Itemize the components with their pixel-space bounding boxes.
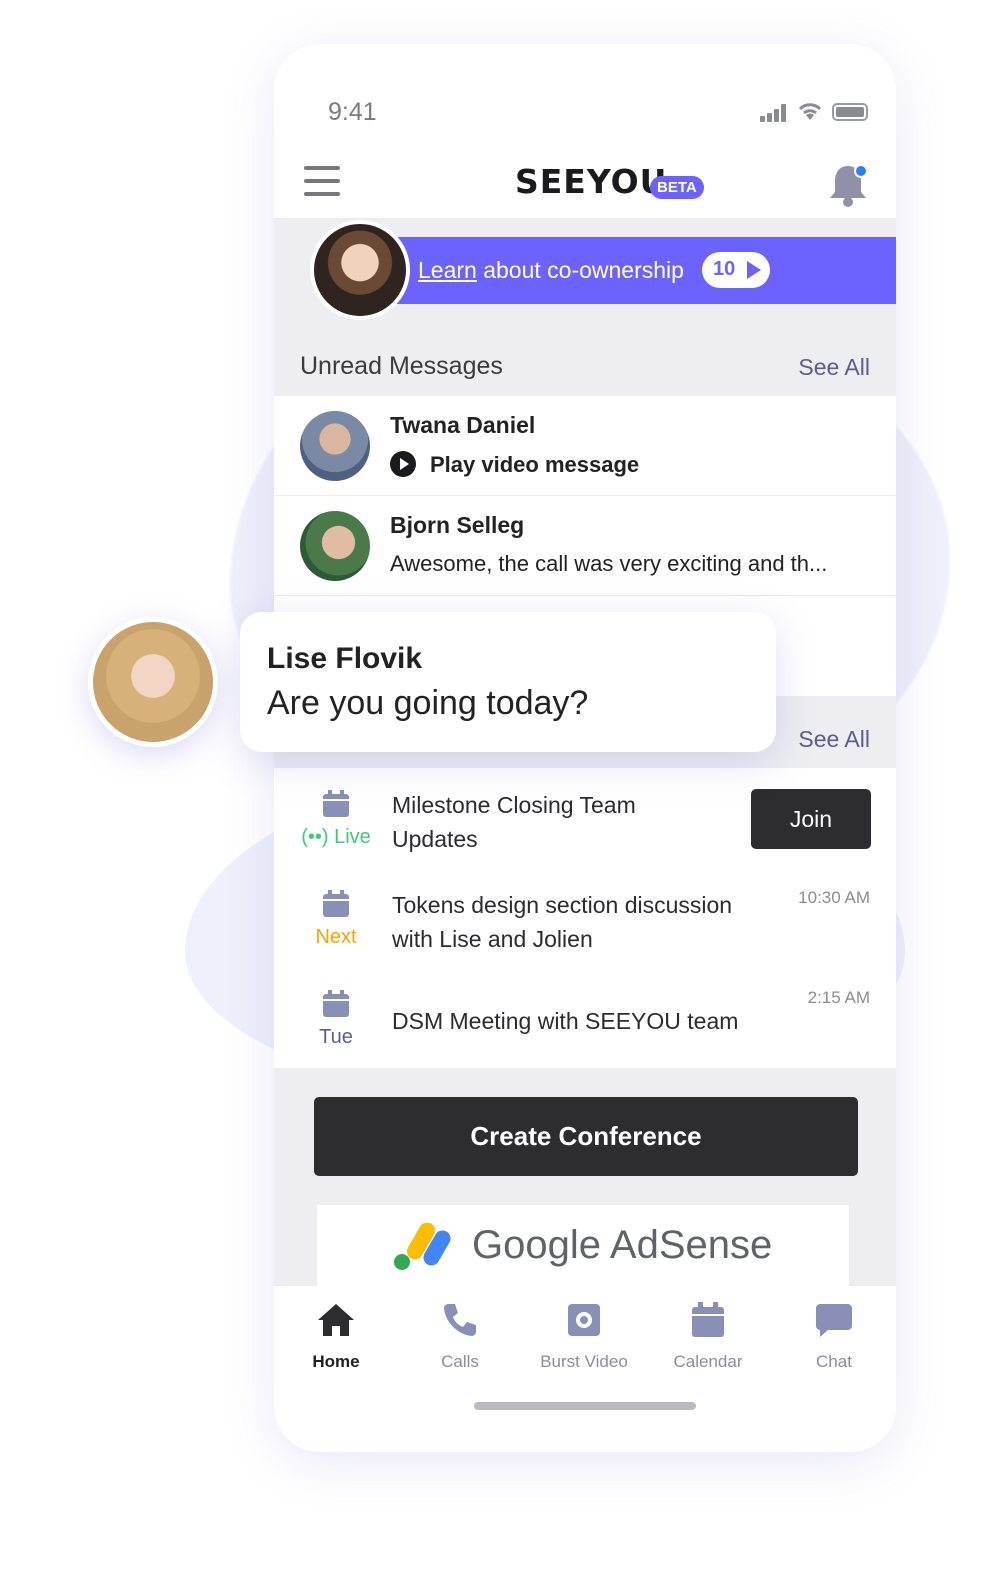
meeting-item[interactable]: (••) Live Milestone Closing Team Updates … [274, 768, 896, 868]
nav-calendar[interactable]: Calendar [646, 1300, 770, 1372]
next-tag: Next [315, 926, 357, 948]
calendar-icon [323, 890, 349, 917]
play-video-label: Play video message [430, 452, 640, 477]
meeting-title: Milestone Closing Team Updates [392, 788, 772, 856]
notification-avatar [88, 617, 218, 747]
chat-icon [816, 1304, 852, 1337]
battery-icon [832, 103, 868, 121]
nav-calls[interactable]: Calls [398, 1300, 522, 1372]
learn-link[interactable]: Learn [418, 257, 477, 283]
nav-label: Calendar [673, 1352, 743, 1371]
message-preview: Awesome, the call was very exciting and … [390, 551, 828, 576]
banner-count: 10 [713, 258, 736, 280]
meeting-time: 2:15 AM [807, 988, 870, 1007]
adsense-logo-icon [394, 1222, 451, 1270]
message-item[interactable]: Bjorn Selleg Awesome, the call was very … [274, 496, 896, 596]
meeting-time: 10:30 AM [798, 888, 870, 907]
meeting-title: Tokens design section discussion with Lis… [392, 888, 772, 956]
live-tag: (••) Live [274, 826, 398, 849]
menu-icon[interactable] [304, 166, 340, 198]
bottom-navigation: Home Calls Burst Video Calendar Chat [274, 1286, 896, 1452]
calendar-icon [323, 990, 349, 1017]
avatar [300, 411, 370, 481]
nav-label: Home [312, 1352, 360, 1371]
nav-label: Chat [816, 1352, 852, 1371]
co-ownership-banner[interactable]: Learn about co-ownership 10 [384, 237, 896, 304]
create-conference-button[interactable]: Create Conference [314, 1097, 858, 1176]
meeting-title-line1: Milestone Closing Team [392, 792, 636, 818]
notification-sender: Lise Flovik [267, 642, 423, 675]
live-label: Live [334, 826, 371, 848]
nav-label: Calls [441, 1352, 479, 1371]
banner-count-pill[interactable]: 10 [702, 252, 770, 288]
banner-avatar [310, 220, 410, 320]
message-notification[interactable]: Lise Flovik Are you going today? [240, 612, 776, 752]
nav-burst-video[interactable]: Burst Video [522, 1300, 646, 1372]
wifi-icon [798, 103, 822, 120]
unread-heading: Unread Messages [300, 352, 503, 380]
calendar-icon [323, 790, 349, 817]
live-broadcast-icon: (••) [301, 826, 329, 848]
calendar-icon [692, 1302, 724, 1337]
app-logo: SEEYOU [515, 162, 668, 201]
meeting-title-line2: with Lise and Jolien [392, 926, 593, 952]
banner-text: Learn about co-ownership [418, 257, 684, 284]
message-preview: Play video message [390, 451, 639, 478]
banner-rest: about co-ownership [476, 257, 684, 283]
meeting-item[interactable]: Tue DSM Meeting with SEEYOU team 2:15 AM [274, 968, 896, 1068]
sender-name: Bjorn Selleg [390, 512, 525, 538]
unread-see-all-link[interactable]: See All [798, 354, 870, 381]
ad-text: Google AdSense [472, 1223, 773, 1267]
meeting-title-line2: Updates [392, 826, 478, 852]
play-arrow-icon [747, 261, 761, 279]
nav-chat[interactable]: Chat [772, 1300, 896, 1372]
notification-text: Are you going today? [267, 684, 589, 722]
message-item[interactable]: Twana Daniel Play video message [274, 396, 896, 496]
nav-label: Burst Video [540, 1352, 628, 1371]
meeting-title: DSM Meeting with SEEYOU team [392, 1008, 739, 1034]
status-time: 9:41 [328, 98, 377, 126]
join-button[interactable]: Join [751, 789, 871, 849]
meeting-item[interactable]: Next Tokens design section discussion wit… [274, 868, 896, 968]
sender-name: Twana Daniel [390, 412, 536, 438]
notification-dot [854, 164, 868, 178]
ad-banner[interactable]: Google AdSense [317, 1205, 849, 1286]
meeting-title-line1: Tokens design section discussion [392, 892, 733, 918]
phone-icon [444, 1304, 476, 1336]
camera-icon [568, 1304, 600, 1336]
play-icon[interactable] [390, 451, 416, 477]
avatar [300, 511, 370, 581]
day-tag: Tue [319, 1026, 353, 1048]
beta-badge: BETA [650, 176, 704, 199]
home-icon [318, 1304, 354, 1336]
status-bar: 9:41 [274, 44, 896, 154]
meetings-list: (••) Live Milestone Closing Team Updates … [274, 768, 896, 1068]
signal-icon [760, 104, 790, 122]
meetings-see-all-link[interactable]: See All [798, 726, 870, 753]
home-indicator[interactable] [474, 1402, 696, 1410]
nav-home[interactable]: Home [274, 1300, 398, 1372]
